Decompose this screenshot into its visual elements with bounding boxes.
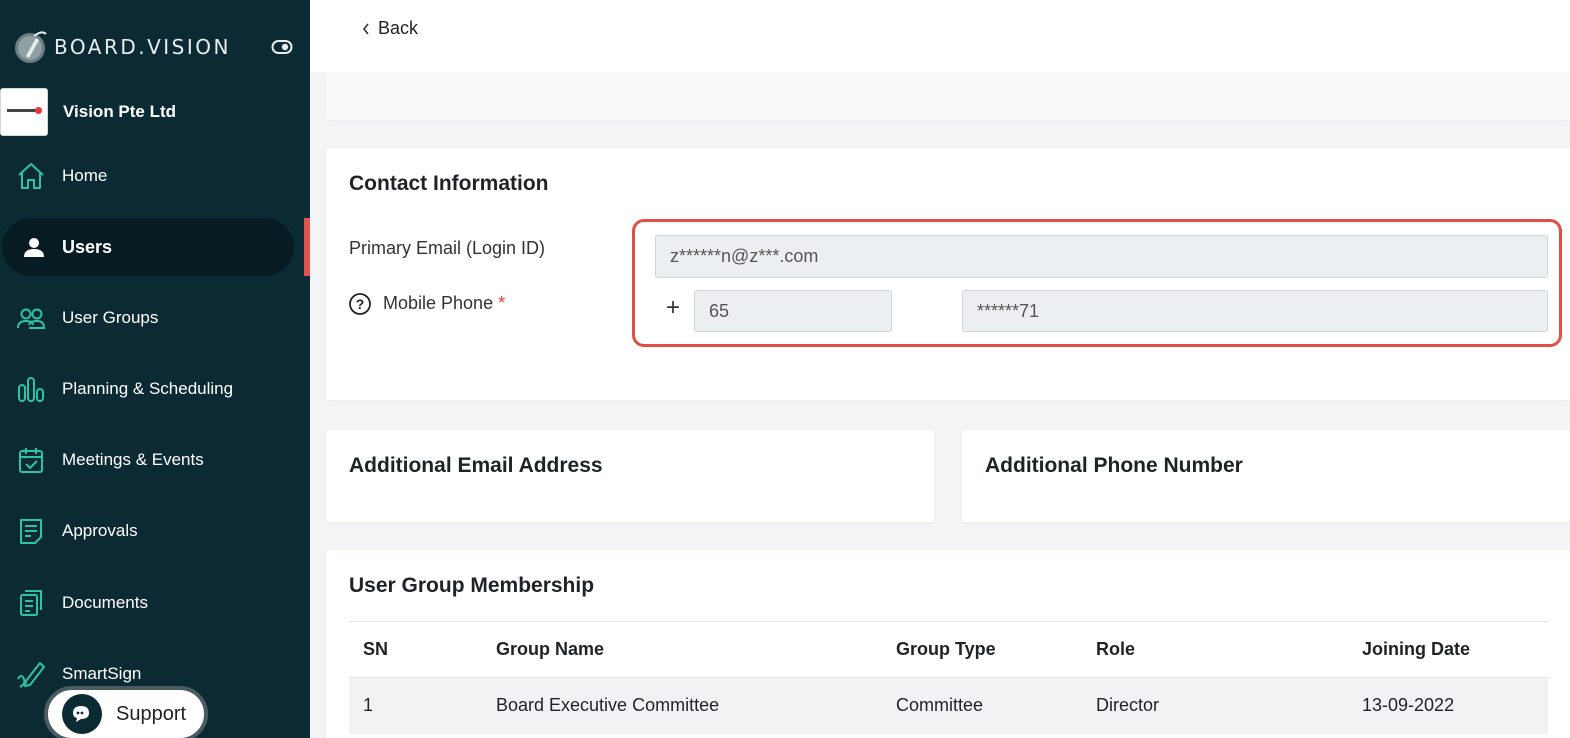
chevron-left-icon [362,23,369,34]
additional-email-title: Additional Email Address [349,454,603,477]
sidebar-item-approvals[interactable]: Approvals [0,502,294,560]
table-row[interactable]: 1 Board Executive Committee Committee Di… [349,677,1548,734]
sidebar-item-label: Meetings & Events [62,450,204,469]
support-button[interactable]: Support [44,686,208,738]
cell-group-name: Board Executive Committee [496,677,896,734]
sidebar-item-label: Approvals [62,521,138,540]
sidebar-item-label: SmartSign [62,664,142,683]
additional-email-card: Additional Email Address [326,430,934,522]
sidebar-item-user-groups[interactable]: User Groups [0,289,294,347]
sidebar-item-label: Documents [62,593,148,612]
column-header-group-name[interactable]: Group Name [496,621,896,678]
additional-phone-title: Additional Phone Number [985,454,1243,477]
mobile-phone-label-text: Mobile Phone [383,293,494,313]
approvals-icon [20,519,42,544]
organization-name: Vision Pte Ltd [63,102,177,121]
sidebar-item-home[interactable]: Home [0,147,294,205]
column-header-role[interactable]: Role [1096,621,1362,678]
svg-text:?: ? [356,296,365,312]
active-nav-marker [304,218,310,276]
profile-card-bottom [326,72,1570,120]
required-mark: * [498,293,506,313]
back-label: Back [378,18,419,38]
cell-role: Director [1096,677,1362,734]
brand-logo[interactable]: BOARD.VISION [12,28,231,66]
organization-switcher[interactable]: Vision Pte Ltd [0,88,176,136]
organization-logo [0,88,48,136]
cell-sn: 1 [349,677,496,734]
toggle-view-icon[interactable] [271,39,293,55]
country-code-field[interactable] [694,290,892,332]
user-icon [24,238,44,257]
top-bar: Back [310,0,1570,72]
user-group-membership-title: User Group Membership [349,574,595,597]
table-header-row: SN Group Name Group Type Role Joining Da… [349,621,1548,678]
primary-email-label: Primary Email (Login ID) [349,238,546,258]
documents-icon [20,590,42,616]
calendar-check-icon [19,448,43,473]
column-header-joining-date[interactable]: Joining Date [1362,621,1548,678]
column-header-sn[interactable]: SN [349,621,496,678]
plus-sign: + [666,294,681,321]
mobile-phone-label: Mobile Phone * [383,293,505,314]
cell-group-type: Committee [896,677,1096,734]
support-label: Support [116,702,187,725]
group-membership-table: SN Group Name Group Type Role Joining Da… [349,621,1548,734]
sidebar-item-documents[interactable]: Documents [0,574,294,632]
sidebar: BOARD.VISION Vision Pte Ltd Home Users U… [0,0,310,738]
sidebar-item-meetings-events[interactable]: Meetings & Events [0,431,294,489]
board-vision-logo-icon [15,31,47,63]
contact-information-title: Contact Information [349,172,549,195]
mobile-phone-field[interactable] [962,290,1548,332]
sidebar-item-label: Home [62,166,108,185]
chat-icon [62,694,102,734]
sidebar-item-label: Planning & Scheduling [62,379,234,398]
sidebar-item-label: User Groups [62,308,159,327]
primary-email-field[interactable] [655,235,1548,278]
sidebar-item-label: Users [62,236,113,257]
back-button[interactable]: Back [360,18,418,39]
brand-name: BOARD.VISION [54,35,231,59]
column-header-group-type[interactable]: Group Type [896,621,1096,678]
sidebar-item-users[interactable]: Users [2,218,294,276]
additional-phone-card: Additional Phone Number [962,430,1570,522]
home-icon [18,163,44,189]
user-groups-icon [17,308,46,329]
pen-icon [17,662,45,688]
sidebar-item-planning-scheduling[interactable]: Planning & Scheduling [0,360,294,418]
help-icon[interactable]: ? [348,292,372,316]
cell-joining-date: 13-09-2022 [1362,677,1548,734]
bars-icon [18,377,44,402]
